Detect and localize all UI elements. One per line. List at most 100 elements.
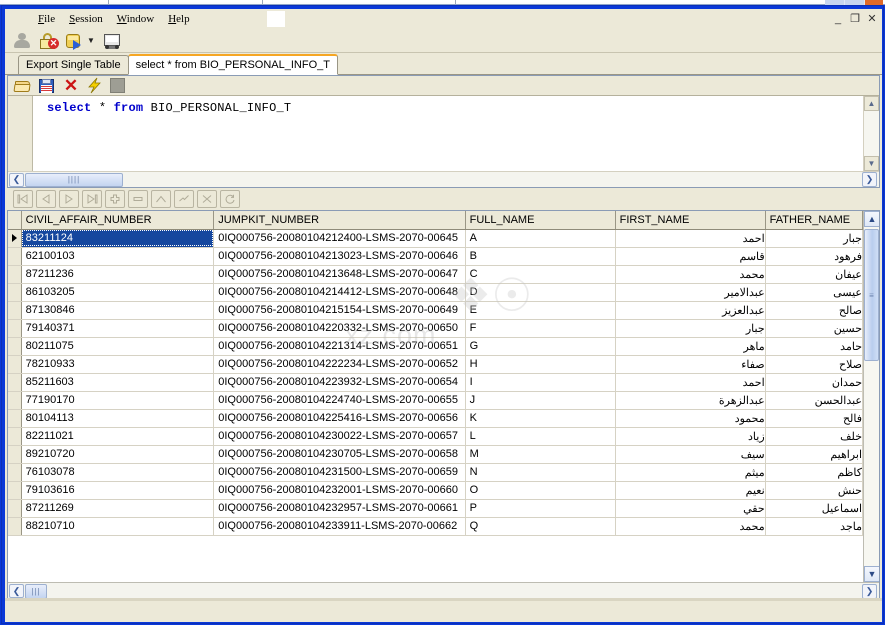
cell-jumpkit-number[interactable]: 0IQ000756-20080104232001-LSMS-2070-00660 xyxy=(213,481,466,500)
cell-civil-affair-number[interactable]: 78210933 xyxy=(21,355,215,374)
cell-first-name[interactable]: احمد xyxy=(615,229,766,248)
grid-horizontal-scrollbar[interactable]: ❮ ||| ❯ xyxy=(8,582,879,599)
tab-export-single-table[interactable]: Export Single Table xyxy=(18,55,129,75)
cell-full-name[interactable]: J xyxy=(465,391,616,410)
cell-civil-affair-number[interactable]: 88210710 xyxy=(21,517,215,536)
row-indicator[interactable] xyxy=(8,301,22,320)
scroll-down-icon[interactable]: ▼ xyxy=(864,566,879,582)
minimize-button[interactable]: _ xyxy=(830,12,846,26)
cell-first-name[interactable]: محمد xyxy=(615,517,766,536)
column-header-full-name[interactable]: FULL_NAME xyxy=(465,211,616,230)
menu-window[interactable]: Window xyxy=(110,11,161,28)
row-indicator[interactable] xyxy=(8,373,22,392)
table-row[interactable]: 87130846 0IQ000756-20080104215154-LSMS-20… xyxy=(8,301,863,320)
nav-cancel[interactable] xyxy=(197,190,217,208)
table-row[interactable]: 79140371 0IQ000756-20080104220332-LSMS-20… xyxy=(8,319,863,338)
table-row[interactable]: 76103078 0IQ000756-20080104231500-LSMS-20… xyxy=(8,463,863,482)
cell-father-name[interactable]: جبار xyxy=(765,229,863,248)
sql-horizontal-scrollbar[interactable]: ❮ |||| ❯ xyxy=(8,171,879,187)
row-indicator[interactable] xyxy=(8,463,22,482)
cell-civil-affair-number[interactable]: 79140371 xyxy=(21,319,215,338)
execute-icon[interactable] xyxy=(86,77,104,94)
cell-full-name[interactable]: M xyxy=(465,445,616,464)
column-header-father-name[interactable]: FATHER_NAME xyxy=(765,211,863,230)
grid-vertical-scrollbar[interactable]: ▲ ≡ ▼ xyxy=(863,211,879,582)
cell-jumpkit-number[interactable]: 0IQ000756-20080104224740-LSMS-2070-00655 xyxy=(213,391,466,410)
nav-next[interactable] xyxy=(59,190,79,208)
cell-first-name[interactable]: نعيم xyxy=(615,481,766,500)
sql-console-icon[interactable] xyxy=(101,31,123,51)
cell-first-name[interactable]: ميثم xyxy=(615,463,766,482)
cell-first-name[interactable]: زياد xyxy=(615,427,766,446)
disconnect-lock-icon[interactable]: ✕ xyxy=(37,31,59,51)
cell-father-name[interactable]: اسماعيل xyxy=(765,499,863,518)
cell-full-name[interactable]: H xyxy=(465,355,616,374)
table-row[interactable]: 87211269 0IQ000756-20080104232957-LSMS-20… xyxy=(8,499,863,518)
cell-jumpkit-number[interactable]: 0IQ000756-20080104231500-LSMS-2070-00659 xyxy=(213,463,466,482)
cell-father-name[interactable]: خلف xyxy=(765,427,863,446)
cell-civil-affair-number[interactable]: 87211269 xyxy=(21,499,215,518)
cell-jumpkit-number[interactable]: 0IQ000756-20080104225416-LSMS-2070-00656 xyxy=(213,409,466,428)
table-row[interactable]: 62100103 0IQ000756-20080104213023-LSMS-20… xyxy=(8,247,863,266)
cell-jumpkit-number[interactable]: 0IQ000756-20080104213023-LSMS-2070-00646 xyxy=(213,247,466,266)
column-header-jumpkit-number[interactable]: JUMPKIT_NUMBER xyxy=(213,211,466,230)
cell-civil-affair-number[interactable]: 79103616 xyxy=(21,481,215,500)
row-indicator[interactable] xyxy=(8,517,22,536)
scroll-right-icon[interactable]: ❯ xyxy=(862,172,877,187)
scroll-up-icon[interactable]: ▲ xyxy=(864,96,879,111)
cell-civil-affair-number[interactable]: 87211236 xyxy=(21,265,215,284)
cell-jumpkit-number[interactable]: 0IQ000756-20080104212400-LSMS-2070-00645 xyxy=(213,229,466,248)
cell-full-name[interactable]: O xyxy=(465,481,616,500)
cell-jumpkit-number[interactable]: 0IQ000756-20080104223932-LSMS-2070-00654 xyxy=(213,373,466,392)
cell-jumpkit-number[interactable]: 0IQ000756-20080104230705-LSMS-2070-00658 xyxy=(213,445,466,464)
cell-full-name[interactable]: F xyxy=(465,319,616,338)
cell-civil-affair-number[interactable]: 85211603 xyxy=(21,373,215,392)
row-indicator[interactable] xyxy=(8,409,22,428)
cell-full-name[interactable]: C xyxy=(465,265,616,284)
cell-first-name[interactable]: ماهر xyxy=(615,337,766,356)
table-row[interactable]: 78210933 0IQ000756-20080104222234-LSMS-20… xyxy=(8,355,863,374)
cell-civil-affair-number[interactable]: 77190170 xyxy=(21,391,215,410)
cell-father-name[interactable]: حمدان xyxy=(765,373,863,392)
cell-first-name[interactable]: احمد xyxy=(615,373,766,392)
sql-vertical-scrollbar[interactable]: ▲ ▼ xyxy=(863,96,879,171)
cell-father-name[interactable]: فالح xyxy=(765,409,863,428)
cell-full-name[interactable]: G xyxy=(465,337,616,356)
cell-full-name[interactable]: P xyxy=(465,499,616,518)
cell-full-name[interactable]: K xyxy=(465,409,616,428)
open-folder-icon[interactable] xyxy=(13,77,32,94)
cell-father-name[interactable]: فرهود xyxy=(765,247,863,266)
cell-first-name[interactable]: محمد xyxy=(615,265,766,284)
cell-father-name[interactable]: كاظم xyxy=(765,463,863,482)
cell-civil-affair-number[interactable]: 82211021 xyxy=(21,427,215,446)
scroll-down-icon[interactable]: ▼ xyxy=(864,156,879,171)
cell-jumpkit-number[interactable]: 0IQ000756-20080104214412-LSMS-2070-00648 xyxy=(213,283,466,302)
table-row[interactable]: 77190170 0IQ000756-20080104224740-LSMS-20… xyxy=(8,391,863,410)
row-indicator[interactable] xyxy=(8,229,22,248)
row-indicator[interactable] xyxy=(8,337,22,356)
cell-first-name[interactable]: عبدالزهرة xyxy=(615,391,766,410)
cell-jumpkit-number[interactable]: 0IQ000756-20080104220332-LSMS-2070-00650 xyxy=(213,319,466,338)
stop-icon[interactable] xyxy=(110,78,125,93)
nav-post[interactable] xyxy=(174,190,194,208)
scroll-left-icon[interactable]: ❮ xyxy=(9,172,24,187)
cell-first-name[interactable]: عبدالعزيز xyxy=(615,301,766,320)
nav-last[interactable] xyxy=(82,190,102,208)
row-indicator[interactable] xyxy=(8,481,22,500)
cell-full-name[interactable]: I xyxy=(465,373,616,392)
cell-father-name[interactable]: ابراهيم xyxy=(765,445,863,464)
table-row[interactable]: 80104113 0IQ000756-20080104225416-LSMS-20… xyxy=(8,409,863,428)
table-row[interactable]: 80211075 0IQ000756-20080104221314-LSMS-20… xyxy=(8,337,863,356)
scroll-up-icon[interactable]: ▲ xyxy=(864,211,879,227)
cell-jumpkit-number[interactable]: 0IQ000756-20080104221314-LSMS-2070-00651 xyxy=(213,337,466,356)
cell-jumpkit-number[interactable]: 0IQ000756-20080104213648-LSMS-2070-00647 xyxy=(213,265,466,284)
menu-help[interactable]: Help xyxy=(161,11,196,28)
cell-father-name[interactable]: عيسى xyxy=(765,283,863,302)
cell-jumpkit-number[interactable]: 0IQ000756-20080104215154-LSMS-2070-00649 xyxy=(213,301,466,320)
table-row[interactable]: 83211124 0IQ000756-20080104212400-LSMS-20… xyxy=(8,229,863,248)
row-indicator[interactable] xyxy=(8,427,22,446)
row-indicator[interactable] xyxy=(8,355,22,374)
nav-delete[interactable] xyxy=(128,190,148,208)
cell-civil-affair-number[interactable]: 80104113 xyxy=(21,409,215,428)
cell-first-name[interactable]: محمود xyxy=(615,409,766,428)
